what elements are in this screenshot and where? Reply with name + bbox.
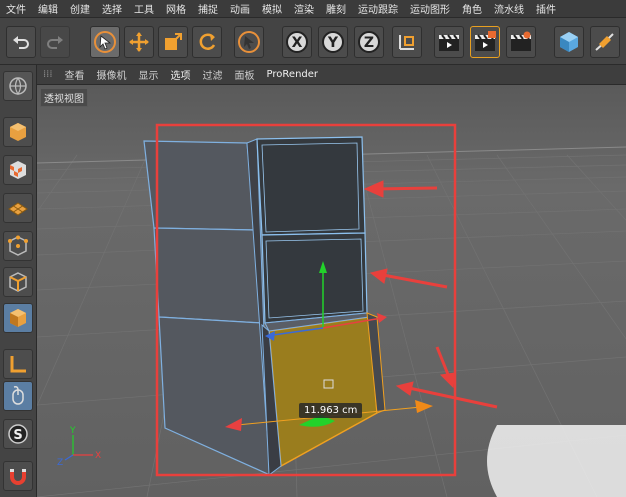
snap-s-icon: S — [8, 424, 28, 444]
main-toolbar: X Y Z — [0, 18, 626, 65]
scale-tool-button[interactable] — [158, 26, 188, 58]
mode-sidebar: S — [0, 65, 37, 497]
selected-polygon[interactable] — [268, 316, 378, 468]
select-tool-button[interactable] — [90, 26, 120, 58]
svg-text:Z: Z — [57, 458, 63, 468]
live-selection-button[interactable] — [234, 26, 264, 58]
viewport-grip[interactable]: ⁞⁞⁞ — [37, 69, 59, 80]
viewport-name-label[interactable]: 透视视图 — [40, 88, 88, 107]
y-axis-icon: Y — [322, 31, 344, 53]
render-settings-button[interactable] — [506, 26, 536, 58]
perspective-viewport[interactable]: Y X Z 透视视图 11.963 cm — [37, 85, 626, 497]
viewport-menu-filter[interactable]: 过滤 — [197, 67, 229, 82]
menu-snap[interactable]: 捕捉 — [192, 1, 224, 16]
snap-button[interactable]: S — [3, 419, 33, 449]
axis-mode-button[interactable] — [3, 349, 33, 379]
overlay-shape — [487, 425, 626, 497]
viewport-menu-options[interactable]: 选项 — [165, 67, 197, 82]
workplane-mode-button[interactable] — [3, 193, 33, 223]
viewport-menu-display[interactable]: 显示 — [133, 67, 165, 82]
coordinate-system-button[interactable] — [392, 26, 422, 58]
move-tool-button[interactable] — [124, 26, 154, 58]
menu-pipeline[interactable]: 流水线 — [488, 1, 530, 16]
polygons-mode-button[interactable] — [3, 303, 33, 333]
axis-indicator: Y X Z — [57, 426, 101, 468]
menu-plugins[interactable]: 插件 — [530, 1, 562, 16]
grid-plane-icon — [8, 202, 28, 216]
x-axis-icon: X — [286, 31, 308, 53]
cube-model-icon — [10, 123, 26, 141]
coordinate-system-icon — [399, 35, 414, 50]
mouse-icon — [12, 386, 24, 405]
svg-text:Y: Y — [69, 426, 76, 436]
menu-character[interactable]: 角色 — [456, 1, 488, 16]
tweak-mode-button[interactable] — [3, 381, 33, 411]
main-menu-bar: 文件 编辑 创建 选择 工具 网格 捕捉 动画 模拟 渲染 雕刻 运动跟踪 运动… — [0, 0, 626, 18]
polygons-cube-icon — [10, 309, 26, 327]
points-mode-button[interactable] — [3, 231, 33, 261]
clapperboard-icon — [439, 34, 459, 51]
globe-icon — [9, 77, 27, 96]
viewport-scene[interactable]: Y X Z — [37, 85, 626, 497]
rotate-icon — [199, 33, 216, 50]
model-mode-button[interactable] — [3, 117, 33, 147]
render-to-picture-viewer-button[interactable] — [470, 26, 500, 58]
menu-create[interactable]: 创建 — [64, 1, 96, 16]
magnet-button[interactable] — [3, 461, 33, 491]
svg-text:X: X — [95, 451, 101, 461]
viewport-menu-bar: ⁞⁞⁞ 查看 摄像机 显示 选项 过滤 面板 ProRender — [37, 65, 626, 85]
clapperboard-render-icon — [475, 31, 496, 51]
y-axis-lock-button[interactable]: Y — [318, 26, 348, 58]
checker-cube-icon — [10, 161, 26, 179]
svg-text:S: S — [13, 428, 22, 443]
shelf-object[interactable] — [143, 136, 386, 476]
menu-sculpt[interactable]: 雕刻 — [320, 1, 352, 16]
viewport-menu-cameras[interactable]: 摄像机 — [91, 67, 133, 82]
scale-icon — [165, 33, 182, 50]
x-axis-handle[interactable] — [377, 313, 387, 323]
edges-cube-icon — [9, 272, 27, 292]
rotate-tool-button[interactable] — [192, 26, 222, 58]
menu-render[interactable]: 渲染 — [288, 1, 320, 16]
measurement-readout: 11.963 cm — [299, 403, 363, 418]
viewport-menu-prorender[interactable]: ProRender — [261, 69, 324, 80]
menu-mesh[interactable]: 网格 — [160, 1, 192, 16]
svg-text:X: X — [292, 35, 303, 51]
pen-tool-button[interactable] — [590, 26, 620, 58]
clapperboard-settings-icon — [511, 31, 531, 51]
undo-icon — [13, 36, 29, 49]
texture-mode-button[interactable] — [3, 155, 33, 185]
menu-select[interactable]: 选择 — [96, 1, 128, 16]
menu-tools[interactable]: 工具 — [128, 1, 160, 16]
svg-text:Y: Y — [327, 35, 339, 51]
menu-simulate[interactable]: 模拟 — [256, 1, 288, 16]
points-cube-icon — [8, 235, 28, 256]
axis-l-icon — [10, 356, 26, 373]
viewport-menu-panel[interactable]: 面板 — [229, 67, 261, 82]
undo-button[interactable] — [6, 26, 36, 58]
z-axis-icon: Z — [358, 31, 380, 53]
render-view-button[interactable] — [434, 26, 464, 58]
redo-icon — [47, 36, 63, 49]
cube-object-button[interactable] — [554, 26, 584, 58]
cube-icon — [560, 32, 578, 52]
menu-file[interactable]: 文件 — [0, 1, 32, 16]
world-mode-button[interactable] — [3, 71, 33, 101]
svg-text:Z: Z — [364, 35, 374, 51]
magnet-icon — [10, 469, 26, 485]
edges-mode-button[interactable] — [3, 267, 33, 297]
pen-icon — [595, 33, 614, 51]
z-axis-lock-button[interactable]: Z — [354, 26, 384, 58]
menu-edit[interactable]: 编辑 — [32, 1, 64, 16]
viewport-menu-view[interactable]: 查看 — [59, 67, 91, 82]
menu-mograph[interactable]: 运动图形 — [404, 1, 456, 16]
x-axis-lock-button[interactable]: X — [282, 26, 312, 58]
cursor-circle-icon — [238, 31, 260, 53]
cursor-icon — [94, 31, 116, 53]
menu-animate[interactable]: 动画 — [224, 1, 256, 16]
menu-motion-tracker[interactable]: 运动跟踪 — [352, 1, 404, 16]
move-icon — [129, 32, 149, 52]
redo-button[interactable] — [40, 26, 70, 58]
